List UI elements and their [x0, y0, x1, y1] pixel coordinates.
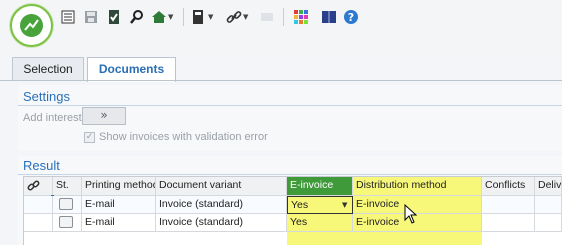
add-interest-label: Add interest — [23, 112, 82, 124]
cell-conflicts[interactable] — [482, 214, 535, 232]
help-icon[interactable]: ? — [343, 9, 359, 25]
cell-printing-method[interactable]: E-mail — [82, 196, 156, 214]
book-icon[interactable] — [321, 9, 337, 25]
cell-e-invoice[interactable]: Yes — [287, 214, 353, 232]
app-logo-icon[interactable] — [10, 4, 53, 47]
e-invoice-dropdown[interactable]: Yes ▼ — [287, 196, 353, 214]
link-icon — [27, 180, 40, 191]
link-column-header[interactable] — [24, 177, 53, 196]
toolbar-separator — [183, 8, 184, 26]
disabled-icon — [261, 13, 273, 21]
print-dropdown-caret-icon[interactable]: ▼ — [208, 13, 213, 21]
link-icon[interactable] — [226, 9, 242, 25]
chart-icon — [24, 19, 39, 31]
color-palette-icon[interactable] — [293, 9, 309, 25]
print-icon[interactable] — [190, 9, 206, 25]
toolbar-separator — [283, 8, 284, 26]
settings-title-underline — [18, 105, 562, 106]
table-row-status-cell[interactable] — [53, 196, 82, 214]
result-title-underline — [18, 174, 562, 175]
link-dropdown-caret-icon[interactable]: ▼ — [243, 13, 248, 21]
add-interest-button[interactable]: » — [82, 107, 126, 125]
tab-selection[interactable]: Selection — [12, 57, 84, 81]
edit-document-icon[interactable] — [59, 198, 73, 210]
column-header-conflicts[interactable]: Conflicts — [482, 177, 535, 196]
show-invoices-label: Show invoices with validation error — [99, 131, 268, 143]
home-icon[interactable] — [151, 9, 167, 25]
cell-delivery[interactable] — [535, 214, 562, 232]
toolbar: ▼ ▼ ▼ ? — [0, 0, 562, 54]
save-icon[interactable] — [83, 9, 99, 25]
table-row-handle[interactable] — [24, 214, 53, 232]
mouse-cursor-icon — [404, 204, 418, 224]
chevron-down-icon[interactable]: ▼ — [342, 197, 347, 213]
approve-document-icon[interactable] — [106, 9, 122, 25]
column-header-delivery[interactable]: Delive — [535, 177, 562, 196]
home-dropdown-caret-icon[interactable]: ▼ — [168, 13, 173, 21]
list-icon[interactable] — [60, 9, 76, 25]
svg-text:?: ? — [348, 11, 354, 24]
app-logo-inner — [20, 14, 43, 37]
column-header-status[interactable]: St. — [53, 177, 82, 196]
column-header-distribution-method[interactable]: Distribution method — [353, 177, 482, 196]
result-title: Result — [23, 158, 60, 173]
tab-documents[interactable]: Documents — [87, 57, 176, 82]
tab-bar: Selection Documents — [0, 54, 562, 82]
settings-title: Settings — [23, 89, 70, 104]
column-header-document-variant[interactable]: Document variant — [156, 177, 287, 196]
highlight-region — [287, 232, 482, 245]
table-row-status-cell[interactable] — [53, 214, 82, 232]
cell-conflicts[interactable] — [482, 196, 535, 214]
search-icon[interactable] — [129, 9, 145, 25]
column-header-printing-method[interactable]: Printing method — [82, 177, 156, 196]
edit-document-icon[interactable] — [59, 216, 73, 228]
column-header-e-invoice[interactable]: E-invoice — [287, 177, 353, 196]
table-row-handle[interactable] — [24, 196, 53, 214]
cell-printing-method[interactable]: E-mail — [82, 214, 156, 232]
cell-document-variant[interactable]: Invoice (standard) — [156, 214, 287, 232]
settings-panel: Settings Add interest » ✓ Show invoices … — [18, 85, 562, 151]
show-invoices-checkbox[interactable]: ✓ — [84, 132, 95, 143]
e-invoice-value: Yes — [291, 199, 309, 211]
cell-document-variant[interactable]: Invoice (standard) — [156, 196, 287, 214]
cell-delivery[interactable] — [535, 196, 562, 214]
tab-divider — [0, 80, 562, 81]
